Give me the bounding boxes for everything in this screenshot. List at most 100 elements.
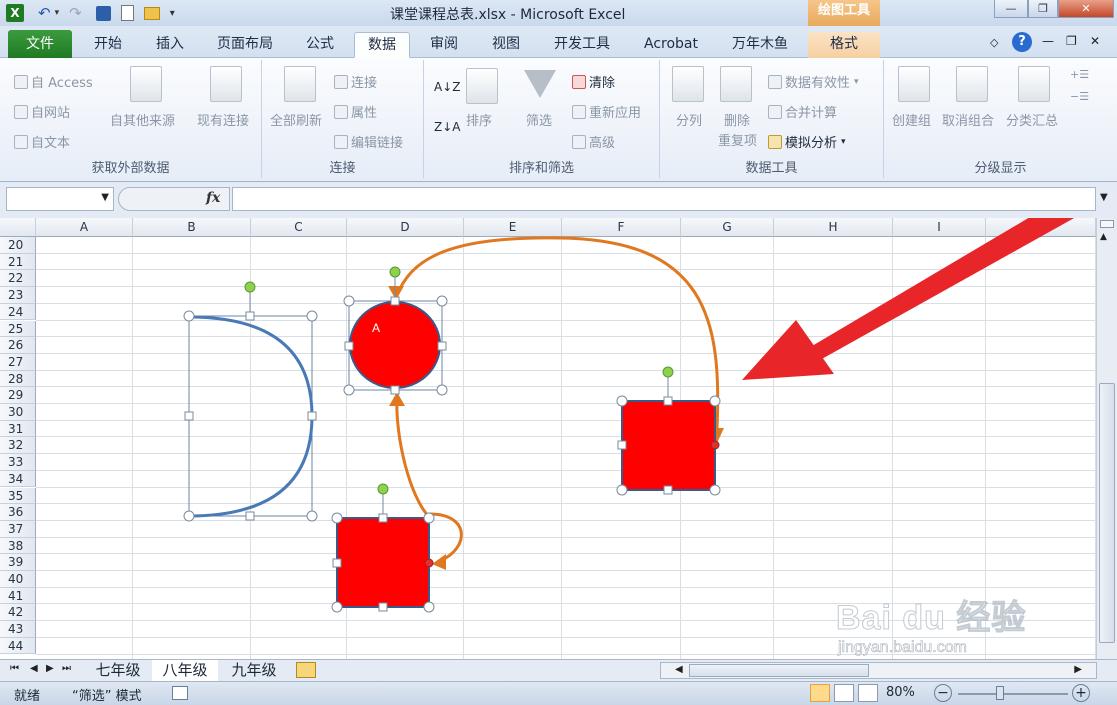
square-handle[interactable] <box>663 396 673 406</box>
circle-shape[interactable]: A <box>343 266 448 396</box>
existing-connections-icon[interactable] <box>210 66 242 102</box>
tab-data[interactable]: 数据 <box>354 32 410 58</box>
data-validation-button[interactable]: 数据有效性 ▾ <box>768 72 859 91</box>
what-if-button[interactable]: 模拟分析 ▾ <box>768 132 846 151</box>
arc-handle[interactable] <box>183 310 195 322</box>
first-sheet-icon[interactable]: ⏮ <box>10 663 19 674</box>
square-handle[interactable] <box>709 395 721 407</box>
doc-close-icon[interactable]: ✕ <box>1090 34 1100 48</box>
square-handle[interactable] <box>423 512 435 524</box>
tab-review[interactable]: 审阅 <box>416 32 472 58</box>
insert-function-button[interactable]: fx <box>206 190 220 206</box>
square-handle[interactable] <box>331 512 343 524</box>
circle-handle[interactable] <box>343 295 355 307</box>
zoom-out-icon[interactable]: − <box>934 684 952 702</box>
name-box-dropdown-icon[interactable]: ▼ <box>101 192 109 203</box>
from-text-button[interactable]: 自文本 <box>14 132 70 151</box>
square-rotation-handle[interactable] <box>662 366 674 378</box>
refresh-all-label[interactable]: 全部刷新 <box>270 110 322 129</box>
from-web-button[interactable]: 自网站 <box>14 102 70 121</box>
refresh-all-icon[interactable] <box>284 66 316 102</box>
properties-button[interactable]: 属性 <box>334 102 377 121</box>
from-access-button[interactable]: 自 Access <box>14 72 93 91</box>
last-sheet-icon[interactable]: ⏭ <box>62 663 71 674</box>
square-handle[interactable] <box>709 484 721 496</box>
connection-point[interactable] <box>710 440 720 450</box>
edit-links-button[interactable]: 编辑链接 <box>334 132 403 151</box>
close-button[interactable]: ✕ <box>1058 0 1114 18</box>
dropdown-icon[interactable]: ▾ <box>55 8 60 18</box>
scroll-left-icon[interactable]: ◀ <box>675 664 683 675</box>
clear-button[interactable]: 清除 <box>572 72 615 91</box>
tab-acrobat[interactable]: Acrobat <box>632 32 710 58</box>
advanced-button[interactable]: 高级 <box>572 132 615 151</box>
remove-duplicates-label-2[interactable]: 重复项 <box>718 130 757 149</box>
existing-connections-label[interactable]: 现有连接 <box>197 110 249 129</box>
maximize-button[interactable]: ❐ <box>1028 0 1058 18</box>
circle-handle[interactable] <box>390 385 400 395</box>
scroll-right-icon[interactable]: ▶ <box>1074 664 1082 675</box>
sort-label[interactable]: 排序 <box>466 110 492 129</box>
filter-icon[interactable] <box>524 70 556 98</box>
view-normal-icon[interactable] <box>810 684 830 702</box>
square-right-shape[interactable] <box>616 366 721 496</box>
sort-asc-button[interactable]: A↓Z <box>434 80 460 94</box>
square-handle[interactable] <box>332 558 342 568</box>
help-icon[interactable]: ? <box>1012 32 1032 52</box>
circle-handle[interactable] <box>437 341 447 351</box>
connector-bottom-to-circle[interactable] <box>395 395 432 520</box>
split-box[interactable] <box>1100 220 1114 228</box>
sheet-tab-grade7[interactable]: 七年级 <box>86 660 150 681</box>
circle-handle[interactable] <box>436 384 448 396</box>
arc-handle[interactable] <box>183 510 195 522</box>
prev-sheet-icon[interactable]: ◀ <box>30 663 38 674</box>
square-rotation-handle[interactable] <box>377 483 389 495</box>
doc-minimize-icon[interactable]: — <box>1042 34 1054 48</box>
customize-qa-icon[interactable]: ▾ <box>170 8 175 19</box>
tab-page-layout[interactable]: 页面布局 <box>206 32 284 58</box>
tab-format[interactable]: 格式 <box>808 32 880 58</box>
scroll-thumb[interactable] <box>1099 383 1115 643</box>
open-folder-icon[interactable] <box>143 6 160 20</box>
formula-expand-icon[interactable]: ▼ <box>1100 192 1108 203</box>
sort-desc-button[interactable]: Z↓A <box>434 120 460 134</box>
horizontal-scrollbar[interactable]: ◀ ▶ <box>660 662 1097 679</box>
formula-input[interactable] <box>232 187 1096 211</box>
sort-icon[interactable] <box>466 68 498 104</box>
sheet-tab-grade8[interactable]: 八年级 <box>152 660 218 681</box>
undo-icon[interactable]: ↶ <box>38 4 51 22</box>
consolidate-button[interactable]: 合并计算 <box>768 102 837 121</box>
show-detail-icon[interactable]: +☰ <box>1070 68 1089 81</box>
text-to-columns-icon[interactable] <box>672 66 704 102</box>
tab-wannian[interactable]: 万年木鱼 <box>720 32 800 58</box>
connections-button[interactable]: 连接 <box>334 72 377 91</box>
square-handle[interactable] <box>663 485 673 495</box>
arc-handle[interactable] <box>307 411 317 421</box>
arc-rotation-handle[interactable] <box>244 281 256 293</box>
macro-record-icon[interactable] <box>172 686 188 700</box>
arc-handle[interactable] <box>306 310 318 322</box>
new-file-icon[interactable] <box>120 5 134 21</box>
ungroup-icon[interactable] <box>956 66 988 102</box>
tab-formulas[interactable]: 公式 <box>292 32 348 58</box>
zoom-slider-track[interactable] <box>958 693 1068 695</box>
arc-handle[interactable] <box>306 510 318 522</box>
name-box[interactable]: ▼ <box>6 187 114 211</box>
square-handle[interactable] <box>617 440 627 450</box>
other-sources-label[interactable]: 自其他来源 <box>110 110 175 129</box>
square-handle[interactable] <box>331 601 343 613</box>
h-scroll-thumb[interactable] <box>689 664 869 677</box>
square-handle[interactable] <box>616 395 628 407</box>
arc-handle[interactable] <box>245 511 255 521</box>
sheet-tab-grade9[interactable]: 九年级 <box>222 660 286 681</box>
circle-rotation-handle[interactable] <box>389 266 401 278</box>
minimize-button[interactable]: — <box>994 0 1028 18</box>
remove-duplicates-label[interactable]: 删除 <box>724 110 750 129</box>
subtotal-label[interactable]: 分类汇总 <box>1006 110 1058 129</box>
scroll-up-icon[interactable]: ▲ <box>1100 232 1107 242</box>
tab-developer[interactable]: 开发工具 <box>542 32 622 58</box>
redo-icon[interactable]: ↷ <box>69 4 82 22</box>
circle-handle[interactable] <box>436 295 448 307</box>
circle-handle[interactable] <box>343 384 355 396</box>
view-page-layout-icon[interactable] <box>834 684 854 702</box>
